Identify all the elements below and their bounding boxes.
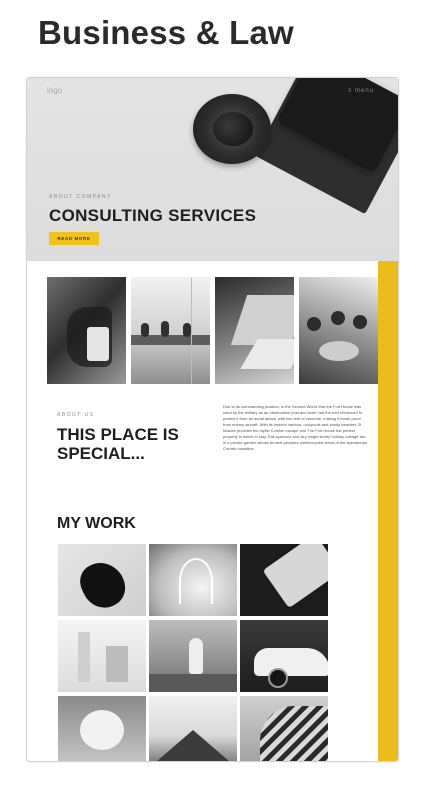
menu-icon[interactable]: ≡ menu bbox=[348, 88, 374, 94]
hero-kicker: ABOUT COMPANY bbox=[49, 194, 112, 200]
photo-laptop bbox=[215, 277, 294, 384]
coffee-cup-inner bbox=[213, 112, 253, 146]
work-tile-mountain bbox=[149, 696, 237, 761]
work-tile-hand-object bbox=[58, 696, 146, 761]
hero-title: CONSULTING SERVICES bbox=[49, 206, 257, 225]
work-tile-corridor bbox=[149, 544, 237, 616]
photo-phone-hands bbox=[47, 277, 126, 384]
work-tile-laptop bbox=[240, 544, 328, 616]
accent-bar bbox=[378, 261, 398, 761]
hero-banner: logo ≡ menu ABOUT COMPANY CONSULTING SER… bbox=[27, 78, 398, 261]
work-tile-car bbox=[240, 620, 328, 692]
work-tile-architecture bbox=[58, 620, 146, 692]
site-logo[interactable]: logo bbox=[47, 86, 62, 95]
my-work-title: MY WORK bbox=[57, 515, 136, 532]
work-tile-sculpture bbox=[58, 544, 146, 616]
work-tile-pattern bbox=[240, 696, 328, 761]
about-kicker: ABOUT US bbox=[57, 412, 95, 418]
category-title: Business & Law bbox=[38, 14, 294, 51]
about-title: THIS PLACE IS SPECIAL... bbox=[57, 425, 179, 463]
read-more-button[interactable]: READ MORE bbox=[49, 232, 99, 245]
about-body-text: Due to its commanding position, in the S… bbox=[223, 404, 368, 451]
work-tile-vase bbox=[149, 620, 237, 692]
photo-meeting-room bbox=[131, 277, 210, 384]
template-preview-card[interactable]: logo ≡ menu ABOUT COMPANY CONSULTING SER… bbox=[26, 77, 399, 762]
photo-team-hands bbox=[299, 277, 378, 384]
